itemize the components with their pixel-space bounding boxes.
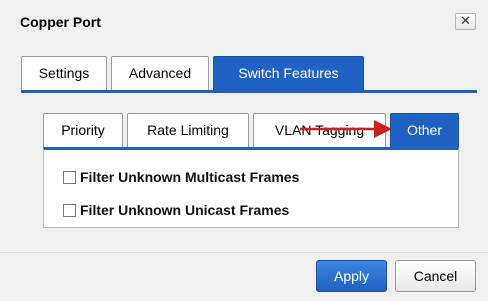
- filter-unknown-unicast-label: Filter Unknown Unicast Frames: [80, 202, 290, 218]
- tab-priority[interactable]: Priority: [43, 113, 123, 147]
- tab-advanced[interactable]: Advanced: [111, 56, 209, 90]
- dialog-titlebar: Copper Port ✕: [0, 0, 488, 42]
- filter-unknown-unicast-checkbox[interactable]: [63, 203, 76, 217]
- filter-unknown-multicast-option[interactable]: Filter Unknown Multicast Frames: [63, 168, 299, 186]
- filter-unknown-unicast-option[interactable]: Filter Unknown Unicast Frames: [63, 201, 289, 219]
- tab-switch-features[interactable]: Switch Features: [213, 56, 364, 90]
- apply-button[interactable]: Apply: [316, 260, 387, 292]
- tab-rate-limiting[interactable]: Rate Limiting: [127, 113, 249, 147]
- cancel-button[interactable]: Cancel: [395, 260, 476, 292]
- filter-unknown-multicast-label: Filter Unknown Multicast Frames: [80, 169, 300, 185]
- tab-other[interactable]: Other: [390, 113, 459, 147]
- filter-unknown-multicast-checkbox[interactable]: [63, 170, 76, 184]
- tab-vlan-tagging[interactable]: VLAN Tagging: [253, 113, 386, 147]
- tab-settings[interactable]: Settings: [21, 56, 107, 90]
- close-icon[interactable]: ✕: [455, 13, 476, 30]
- dialog-title: Copper Port: [20, 14, 101, 30]
- footer-divider: [0, 252, 488, 253]
- copper-port-dialog: Copper Port ✕ Settings Advanced Switch F…: [0, 0, 488, 301]
